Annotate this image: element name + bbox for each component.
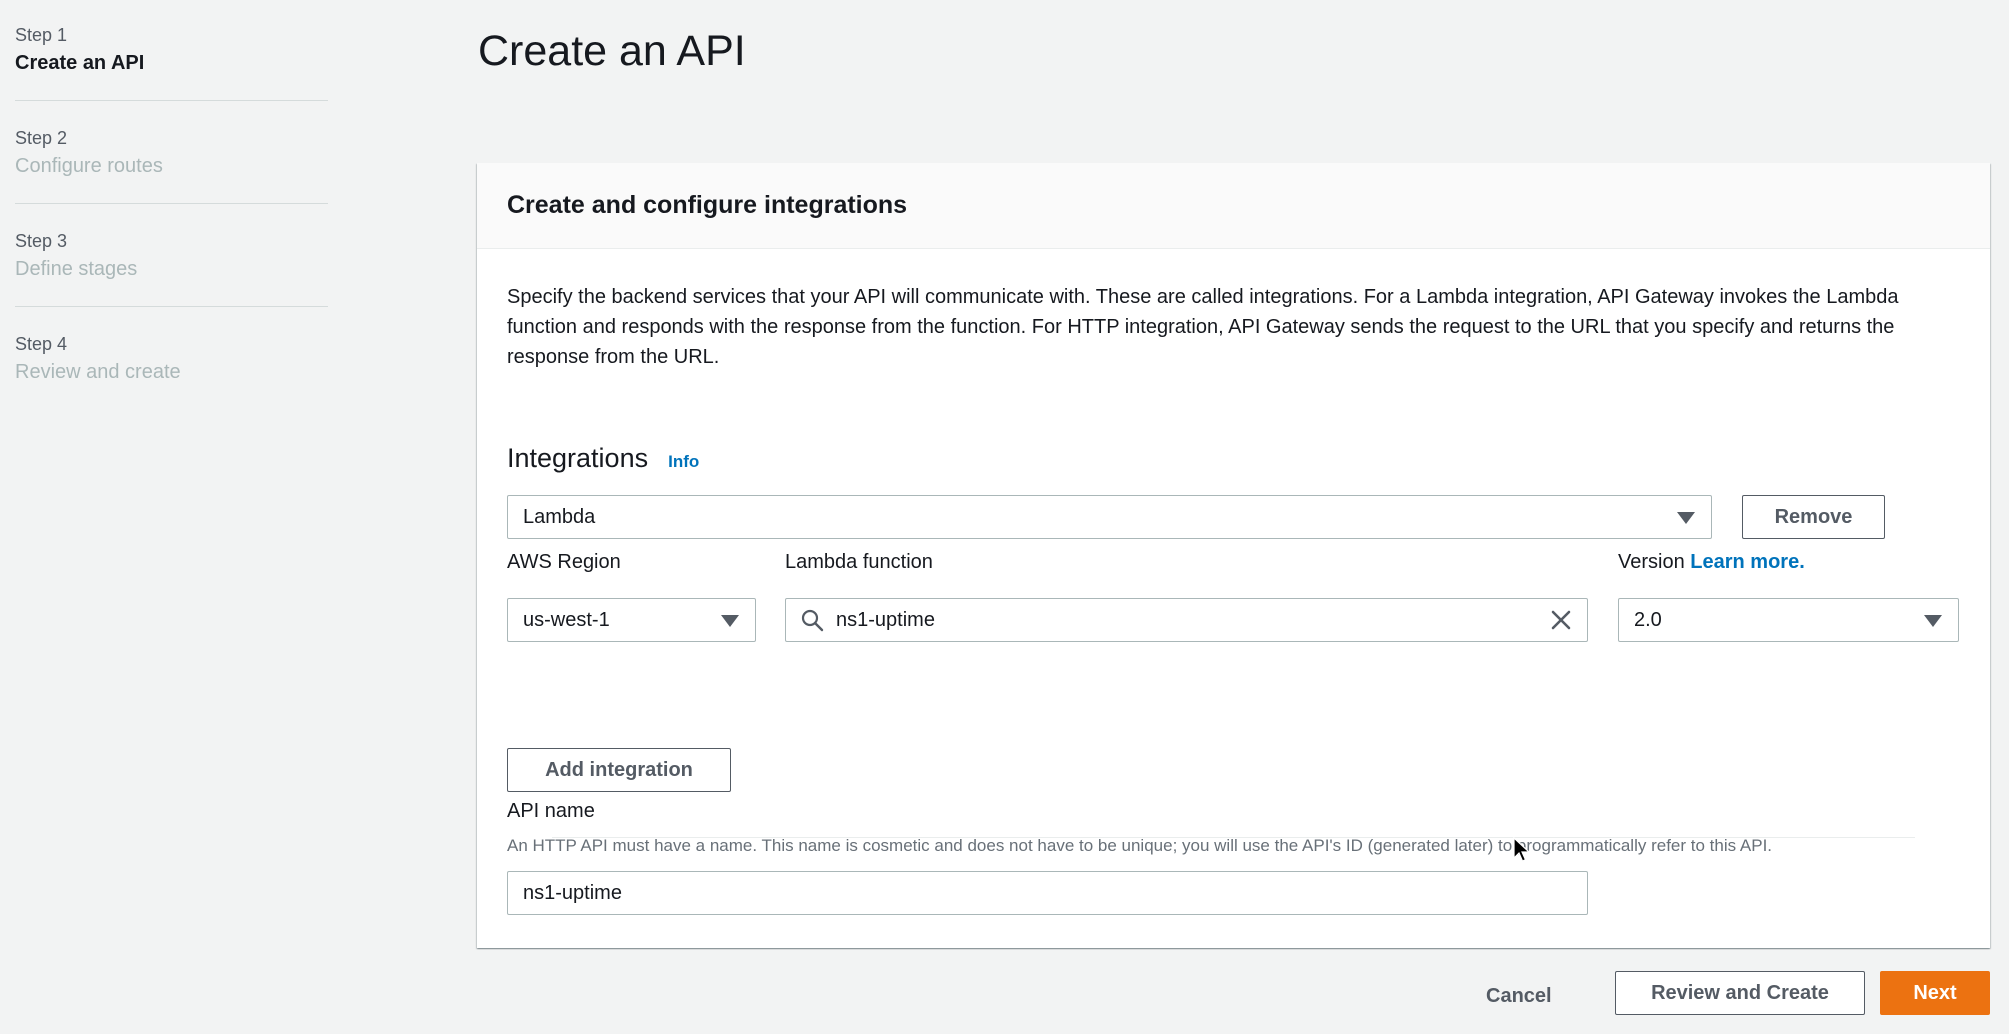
caret-down-icon — [1924, 615, 1942, 627]
lambda-function-value: ns1-uptime — [836, 608, 935, 631]
step-title: Define stages — [15, 258, 138, 280]
region-value: us-west-1 — [523, 608, 610, 631]
step-number: Step 2 — [15, 128, 68, 148]
wizard-step-4[interactable]: Step 4 Review and create — [15, 331, 328, 409]
step-title: Review and create — [15, 361, 181, 383]
mouse-cursor-icon — [1513, 837, 1531, 862]
card-title: Create and configure integrations — [507, 191, 908, 219]
version-label: Version — [1618, 551, 1685, 573]
page-title: Create an API — [478, 27, 746, 75]
version-value: 2.0 — [1634, 608, 1662, 631]
clear-icon[interactable] — [1549, 608, 1573, 632]
caret-down-icon — [1677, 512, 1695, 524]
integrations-title: Integrations — [507, 443, 649, 473]
lambda-function-label: Lambda function — [785, 551, 933, 573]
wizard-step-1[interactable]: Step 1 Create an API — [15, 22, 328, 101]
integration-type-value: Lambda — [523, 505, 596, 528]
search-icon — [801, 609, 824, 632]
next-button[interactable]: Next — [1880, 971, 1990, 1015]
step-number: Step 3 — [15, 231, 68, 251]
add-integration-button[interactable]: Add integration — [507, 748, 731, 792]
step-title: Configure routes — [15, 155, 163, 177]
version-select[interactable]: 2.0 — [1618, 598, 1959, 642]
api-name-value: ns1-uptime — [523, 881, 622, 904]
step-title: Create an API — [15, 52, 145, 74]
api-name-input[interactable]: ns1-uptime — [507, 871, 1588, 915]
info-link[interactable]: Info — [668, 452, 699, 472]
region-label: AWS Region — [507, 551, 621, 573]
api-name-description: An HTTP API must have a name. This name … — [507, 836, 1773, 855]
cancel-button[interactable]: Cancel — [1486, 976, 1552, 1016]
integrations-heading: Integrations Info — [507, 443, 699, 474]
wizard-step-3[interactable]: Step 3 Define stages — [15, 228, 328, 307]
integrations-card: Create and configure integrations Specif… — [477, 163, 1990, 948]
card-header: Create and configure integrations — [477, 163, 1990, 249]
integration-type-select[interactable]: Lambda — [507, 495, 1712, 539]
caret-down-icon — [721, 615, 739, 627]
version-label-group: Version Learn more. — [1618, 551, 1805, 574]
lambda-function-input[interactable]: ns1-uptime — [785, 598, 1588, 642]
region-select[interactable]: us-west-1 — [507, 598, 756, 642]
card-description: Specify the backend services that your A… — [507, 286, 1899, 368]
remove-button[interactable]: Remove — [1742, 495, 1885, 539]
learn-more-link[interactable]: Learn more. — [1690, 551, 1804, 573]
api-name-label: API name — [507, 800, 595, 822]
review-and-create-button[interactable]: Review and Create — [1615, 971, 1865, 1015]
wizard-step-2[interactable]: Step 2 Configure routes — [15, 125, 328, 204]
step-number: Step 1 — [15, 25, 68, 45]
step-number: Step 4 — [15, 334, 68, 354]
wizard-steps-nav: Step 1 Create an API Step 2 Configure ro… — [15, 22, 328, 433]
